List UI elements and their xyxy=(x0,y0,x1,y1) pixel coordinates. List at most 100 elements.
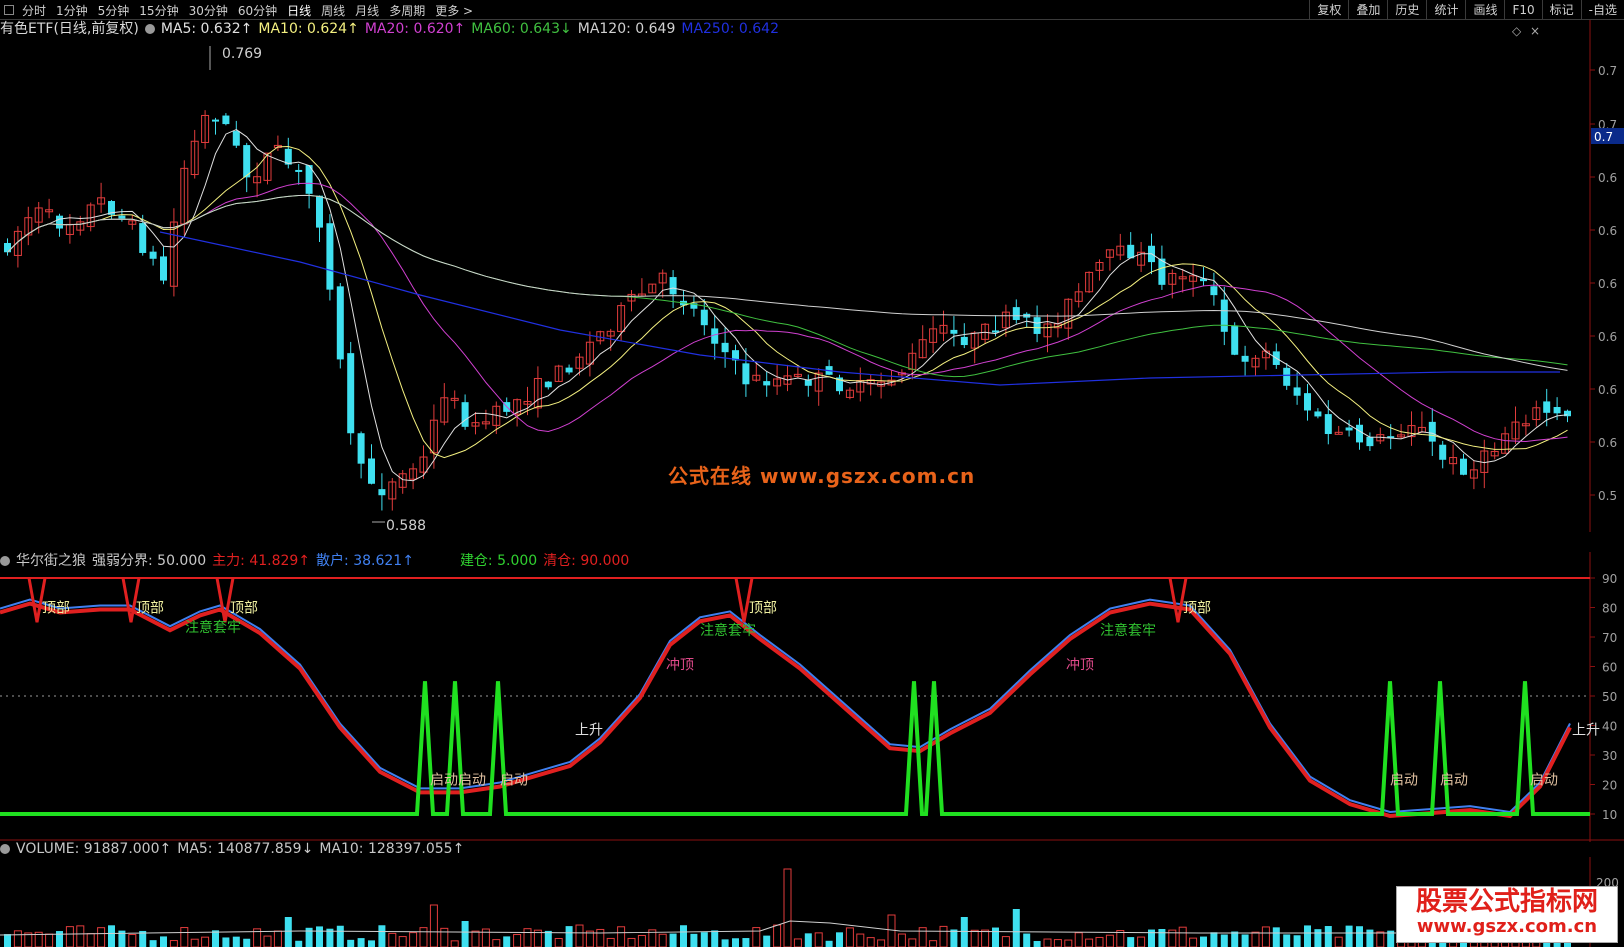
candle-body xyxy=(804,379,812,386)
start-annotation: 启动 xyxy=(1530,773,1558,789)
price-tick-label: 0.6 xyxy=(1598,330,1617,344)
volume-bar xyxy=(680,925,687,947)
candle-body xyxy=(669,277,677,295)
candle-body xyxy=(1439,444,1447,460)
site-logo: 股票公式指标网 www.gszx.com.cn xyxy=(1396,886,1618,943)
volume-bar xyxy=(752,927,761,947)
caution-annotation: 注意套牢 xyxy=(700,622,756,639)
volume-bar xyxy=(836,932,843,947)
candle-body xyxy=(461,402,469,427)
volume-bar xyxy=(450,940,459,947)
volume-bar xyxy=(1200,936,1207,947)
volume-bar xyxy=(1345,925,1353,947)
start-annotation: 启动 xyxy=(1390,773,1418,789)
candle-body xyxy=(1428,421,1436,442)
rise-annotation: 上升 xyxy=(575,722,603,738)
volume-bar xyxy=(637,934,646,947)
volume-bar xyxy=(887,914,896,947)
candle-body xyxy=(160,256,167,281)
moving-average-line xyxy=(7,145,1568,459)
candle-body xyxy=(1033,317,1041,334)
candle-body xyxy=(1231,325,1239,355)
candle-body xyxy=(1220,299,1228,332)
volume-bar xyxy=(1314,929,1322,947)
volume-bar xyxy=(222,937,230,947)
volume-bar xyxy=(627,937,636,947)
volume-bar xyxy=(1283,934,1291,947)
volume-bar xyxy=(1085,938,1094,947)
volume-bar xyxy=(658,933,667,947)
volume-bar xyxy=(1012,909,1020,947)
volume-bar xyxy=(409,932,418,947)
top-annotation: 顶部 xyxy=(749,601,777,617)
volume-legend: VOLUME: 91887.000↑ MA5: 140877.859↓ MA10: … xyxy=(16,841,470,857)
volume-bar xyxy=(169,940,178,947)
volume-bar xyxy=(1304,925,1311,947)
volume-bar xyxy=(368,940,375,947)
start-annotation: 启动 xyxy=(1440,773,1468,789)
price-tick-label: 0.7 xyxy=(1598,64,1617,78)
price-tick-label: 0.6 xyxy=(1598,171,1617,185)
candle-body xyxy=(139,223,147,253)
candle-body xyxy=(1345,427,1353,431)
indicator-chart[interactable]: 90 80 70 60 50 40 30 20 10 顶部 顶部 顶部 顶部 顶部注意套牢 注意套牢 注意套牢… xyxy=(0,552,1624,842)
volume-bar xyxy=(1189,937,1198,947)
start-annotation: 启动 xyxy=(458,773,486,789)
volume-bar xyxy=(492,939,501,947)
volume-bar xyxy=(1261,926,1270,947)
volume-bar xyxy=(981,929,990,947)
volume-bar xyxy=(908,938,917,947)
candle-body xyxy=(1356,424,1363,443)
top-annotation: 顶部 xyxy=(42,601,70,617)
volume-bar xyxy=(669,933,677,947)
indicator-tick-label: 20 xyxy=(1602,779,1617,793)
volume-bar xyxy=(76,925,85,947)
volume-bar xyxy=(742,938,750,947)
volume-bar xyxy=(950,929,958,947)
volume-bar xyxy=(295,940,303,947)
top-annotation: 顶部 xyxy=(136,601,164,617)
candle-body xyxy=(222,115,230,125)
volume-chart[interactable]: 200 xyxy=(0,857,1624,947)
price-tick-label: 0.6 xyxy=(1598,383,1617,397)
settings-dot-icon[interactable] xyxy=(0,844,10,854)
volume-bar xyxy=(1356,926,1363,947)
current-price-label: 0.7 xyxy=(1594,130,1613,144)
candle-body xyxy=(763,381,771,386)
volume-bar xyxy=(1033,940,1041,947)
high-price-label: 0.769 xyxy=(222,46,262,62)
candle-body xyxy=(368,458,375,484)
price-tick-label: 0.6 xyxy=(1598,224,1617,238)
volume-bar xyxy=(398,936,407,947)
price-tick-label: 0.5 xyxy=(1598,489,1617,503)
moving-average-line xyxy=(7,182,1568,443)
volume-bar xyxy=(263,935,272,947)
volume-bar xyxy=(180,927,189,947)
indicator-tick-label: 60 xyxy=(1602,661,1617,675)
volume-bar xyxy=(773,924,782,947)
volume-bar xyxy=(918,927,927,947)
price-chart[interactable]: 0.70.70.60.60.60.60.60.60.50.70.7690.588 xyxy=(0,0,1624,532)
volume-bar xyxy=(970,929,979,947)
legend-item: VOLUME: 91887.000↑ xyxy=(16,841,172,857)
moving-average-line xyxy=(7,194,1568,378)
volume-bar xyxy=(1064,939,1073,947)
candle-body xyxy=(1366,436,1374,447)
indicator-tick-label: 40 xyxy=(1602,720,1617,734)
candle-body xyxy=(960,336,968,346)
watermark-text: 公式在线 www.gszx.com.cn xyxy=(668,464,976,488)
moving-average-line xyxy=(7,194,1568,371)
volume-bar xyxy=(856,933,865,947)
candle-body xyxy=(347,353,355,434)
volume-bar xyxy=(1043,938,1052,947)
indicator-tick-label: 80 xyxy=(1602,602,1617,616)
volume-bar xyxy=(617,926,626,947)
volume-bar xyxy=(1231,931,1239,947)
volume-bar xyxy=(1366,929,1374,947)
candle-body xyxy=(1324,414,1332,435)
candle-body xyxy=(243,145,251,178)
candle-body xyxy=(118,215,126,219)
volume-bar xyxy=(596,928,605,947)
caution-annotation: 注意套牢 xyxy=(185,619,241,636)
volume-bar xyxy=(336,925,344,947)
